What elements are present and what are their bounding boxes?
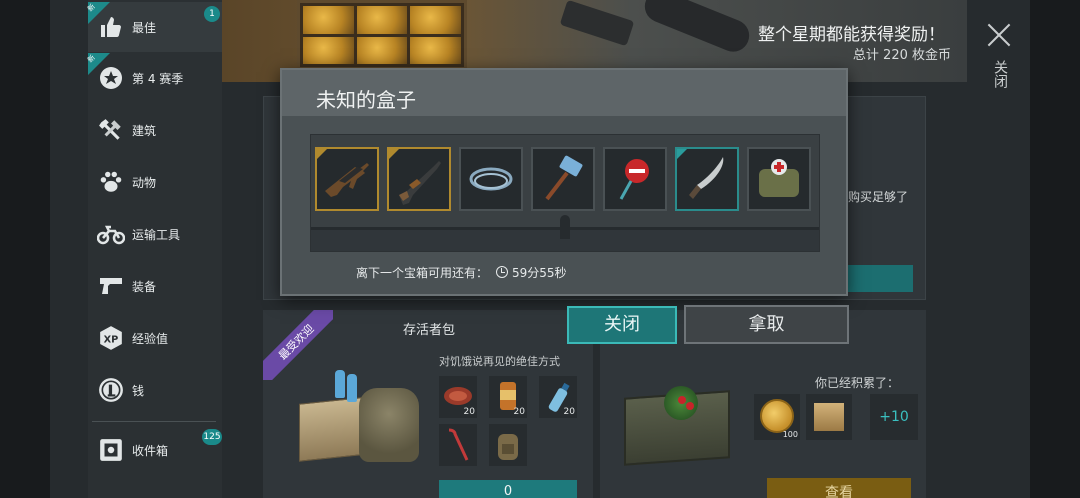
inbox-icon: [96, 435, 126, 465]
canned-food-icon: 20: [489, 376, 527, 418]
close-label[interactable]: 关闭: [990, 60, 1010, 88]
item-roulette-strip: [310, 134, 820, 252]
next-chest-timer: 离下一个宝箱可用还有： 59分55秒: [356, 264, 567, 281]
notification-badge: 125: [202, 429, 222, 445]
pack-buy-button[interactable]: 0: [439, 480, 577, 498]
clock-icon: [496, 266, 509, 278]
view-button[interactable]: 查看: [767, 478, 911, 498]
sidebar-item-label: 收件箱: [132, 443, 169, 458]
coin-box-image: [297, 0, 467, 70]
crowbar-icon: [439, 424, 477, 466]
sledgehammer-icon: [531, 147, 595, 211]
accumulated-label: 你已经积累了：: [815, 376, 900, 390]
sidebar-item-label: 运输工具: [132, 227, 181, 242]
modal-body: 离下一个宝箱可用还有： 59分55秒: [282, 116, 846, 294]
sidebar-item-transport[interactable]: 运输工具: [88, 209, 222, 259]
svg-text:XP: XP: [104, 334, 119, 345]
sidebar-item-equipment[interactable]: 装备: [88, 261, 222, 311]
right-edge: [1030, 0, 1080, 498]
sidebar-item-xp[interactable]: XP 经验值: [88, 313, 222, 363]
category-sidebar: 新 最佳 1 新 第 4 赛季 建筑 动物 运输工具 装备 XP 经验值 钱 收…: [86, 0, 222, 498]
pack-title: 存活者包: [403, 323, 456, 338]
left-edge: [0, 0, 50, 498]
water-bottle-icon: 20: [539, 376, 577, 418]
unknown-box-modal: 未知的盒子 离下一个宝箱可用还有： 59分55秒: [280, 68, 848, 296]
sidebar-item-label: 建筑: [132, 123, 157, 138]
pistol-icon: [96, 271, 126, 301]
sidebar-item-animals[interactable]: 动物: [88, 157, 222, 207]
stop-sign-icon: [603, 147, 667, 211]
sidebar-item-label: 第 4 赛季: [132, 71, 184, 86]
new-tag: 新: [86, 2, 110, 24]
sidebar-item-building[interactable]: 建筑: [88, 105, 222, 155]
next-item-slot: [819, 147, 820, 211]
notification-badge: 1: [204, 6, 220, 22]
banner-title: 整个星期都能获得奖励！: [758, 25, 945, 45]
paw-icon: [96, 167, 126, 197]
sidebar-item-label: 动物: [132, 175, 157, 190]
sidebar-item-label: 装备: [132, 279, 157, 294]
offer-buy-button[interactable]: [848, 265, 913, 292]
take-button[interactable]: 拿取: [684, 305, 849, 344]
survivor-pack-image: [287, 370, 427, 470]
tools-icon: [96, 115, 126, 145]
grenade-launcher-image: [640, 0, 754, 57]
sidebar-item-inbox[interactable]: 收件箱 125: [88, 425, 222, 475]
banner-subtitle: 总计 220 枚金币: [852, 48, 951, 63]
sidebar-item-money[interactable]: 钱: [88, 365, 222, 415]
modal-header: 未知的盒子: [282, 70, 846, 116]
game-screen: 新 最佳 1 新 第 4 赛季 建筑 动物 运输工具 装备 XP 经验值 钱 收…: [0, 0, 1080, 498]
sidebar-item-label: 最佳: [132, 20, 157, 35]
timer-label: 离下一个宝箱可用还有：: [356, 266, 489, 280]
motorbike-icon: [96, 219, 126, 249]
meat-icon: 20: [439, 376, 477, 418]
close-button[interactable]: 关闭: [567, 306, 677, 344]
backpack-icon: [489, 424, 527, 466]
roulette-pointer: [560, 215, 570, 239]
box-reward-icon: [806, 394, 852, 440]
pack-subtitle: 对饥饿说再见的绝佳方式: [439, 355, 560, 368]
assault-rifle-icon: [315, 147, 379, 211]
timer-value: 59分55秒: [512, 266, 567, 280]
pistol-image: [559, 0, 635, 47]
sidebar-item-label: 钱: [132, 383, 145, 398]
sidebar-divider: [92, 421, 216, 422]
machete-icon: [675, 147, 739, 211]
sidebar-item-label: 经验值: [132, 331, 169, 346]
new-tag: 新: [86, 53, 110, 75]
rope-icon: [459, 147, 523, 211]
shotgun-icon: [387, 147, 451, 211]
xp-icon: XP: [96, 323, 126, 353]
plus-reward: +10: [870, 394, 918, 440]
sidebar-item-best[interactable]: 新 最佳 1: [86, 2, 222, 52]
coin-icon: [96, 375, 126, 405]
coin-reward-icon: 100: [754, 394, 800, 440]
survivor-pack-panel: 最受欢迎 存活者包 对饥饿说再见的绝佳方式 20 20 20 0: [263, 310, 593, 498]
sidebar-item-season[interactable]: 新 第 4 赛季: [86, 53, 222, 103]
offer-side-text: 购买足够了: [848, 190, 909, 204]
close-icon[interactable]: [986, 22, 1012, 48]
modal-title: 未知的盒子: [316, 88, 416, 112]
medkit-bag-icon: [747, 147, 811, 211]
